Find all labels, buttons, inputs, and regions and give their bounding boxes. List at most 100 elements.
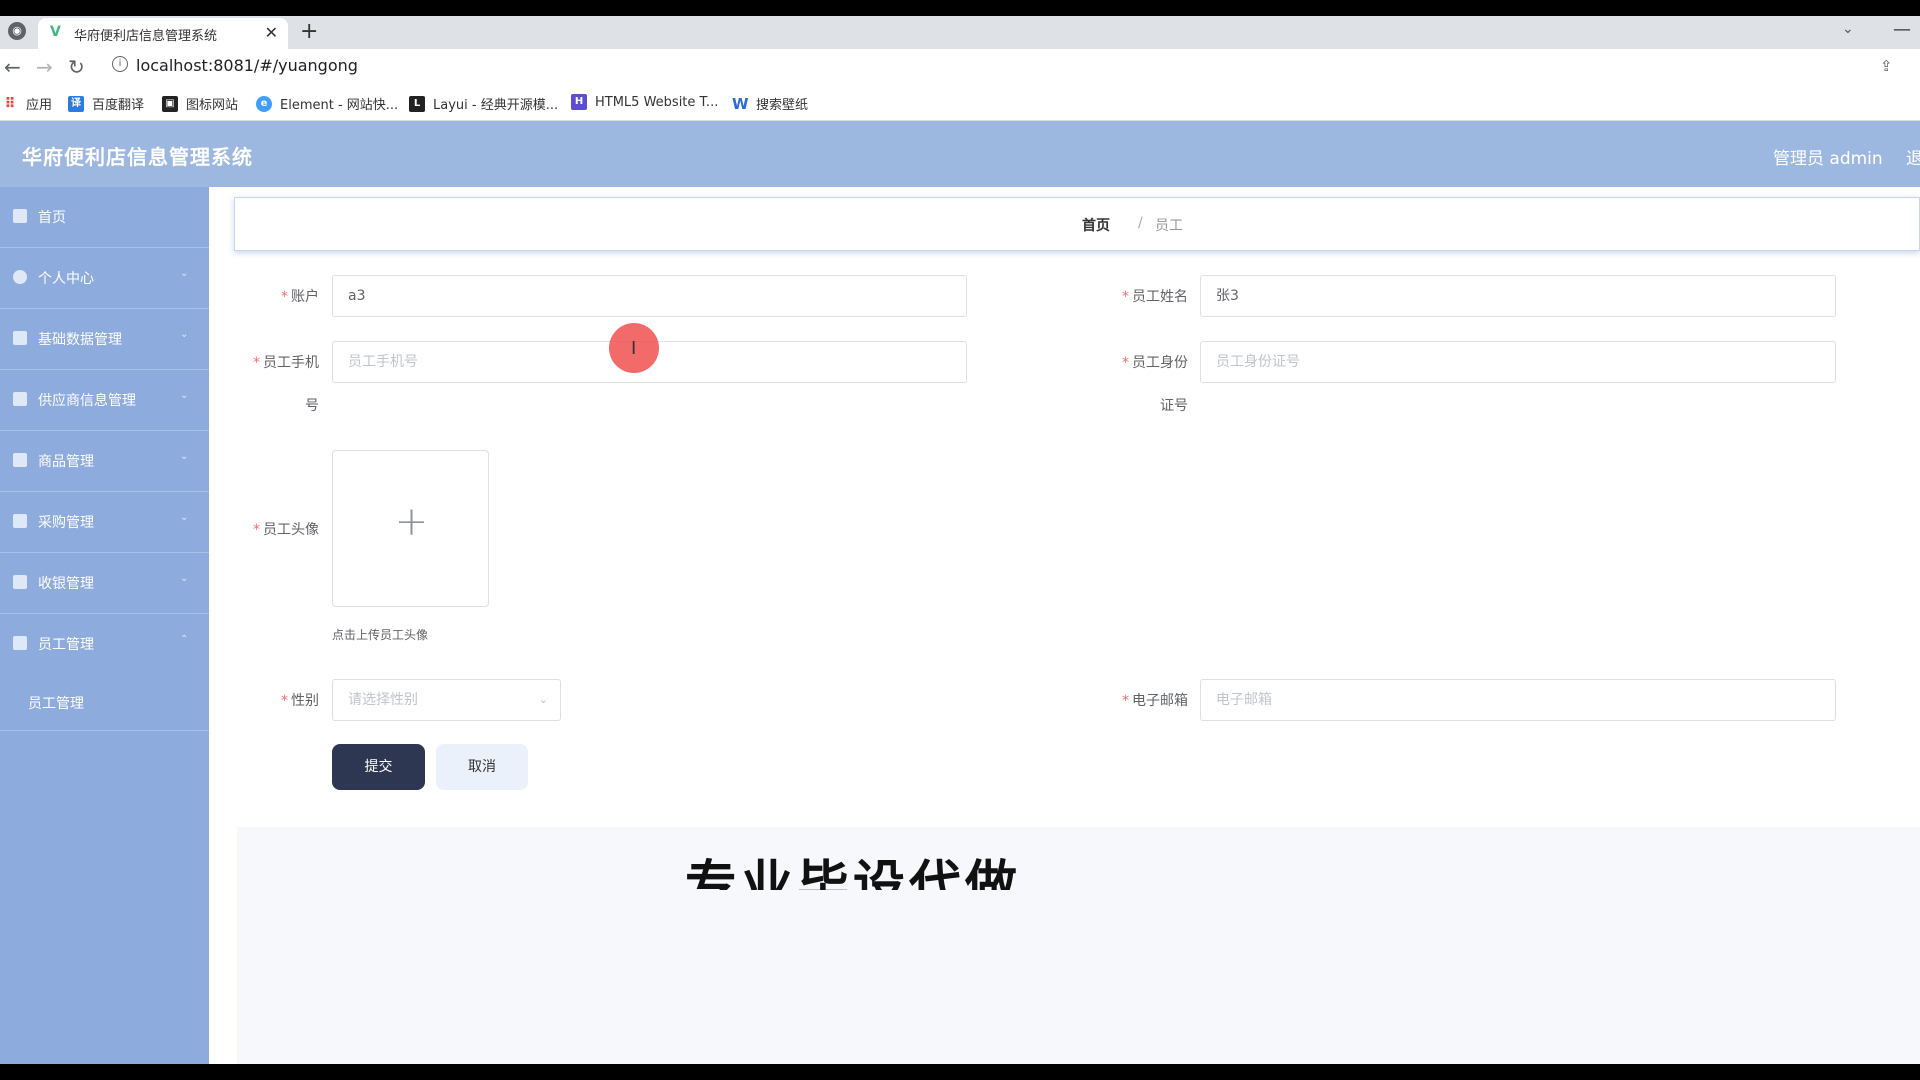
text-cursor-icon: I: [631, 338, 637, 359]
purchase-icon: [13, 514, 27, 528]
wallpaper-icon: W: [732, 94, 749, 113]
html5-icon: H: [571, 94, 587, 110]
sidebar-subitem-staff-manage[interactable]: 员工管理: [0, 675, 209, 731]
email-label: * 电子邮箱: [1122, 693, 1188, 709]
chevron-down-icon: ⌄: [180, 329, 189, 340]
breadcrumb-current: 员工: [1155, 218, 1183, 234]
browser-toolbar: ← → ↻ i localhost:8081/#/yuangong ⇪: [0, 49, 1920, 85]
sidebar-item-supplier[interactable]: 供应商信息管理 ⌄: [0, 370, 209, 431]
sidebar: 首页 个人中心 ⌄ 基础数据管理 ⌄ 供应商信息管理 ⌄ 商品管理 ⌄ 采购管理…: [0, 187, 209, 1064]
bookmark-label: 图标网站: [186, 98, 239, 113]
browser-tab[interactable]: V 华府便利店信息管理系统 ✕: [38, 18, 288, 49]
bookmark-label: 百度翻译: [92, 98, 145, 113]
sidebar-item-label: 首页: [38, 210, 66, 226]
breadcrumb-home[interactable]: 首页: [1082, 215, 1110, 235]
cashier-icon: [13, 575, 27, 589]
phone-label: * 员工手机: [253, 355, 319, 371]
avatar-upload[interactable]: +: [332, 450, 489, 607]
supplier-icon: [13, 392, 27, 406]
sidebar-item-label: 供应商信息管理: [38, 393, 136, 409]
cancel-button[interactable]: 取消: [436, 744, 528, 790]
phone-label-cont: 号: [305, 398, 319, 414]
sidebar-item-home[interactable]: 首页: [0, 187, 209, 248]
element-icon: e: [256, 95, 272, 112]
logout-link[interactable]: 退: [1906, 144, 1920, 169]
gender-select[interactable]: 请选择性别 ⌄: [332, 679, 561, 721]
chevron-down-icon: ⌄: [180, 451, 189, 462]
name-input[interactable]: 张3: [1200, 275, 1836, 317]
bookmark-wallpaper[interactable]: W 搜索壁纸: [732, 94, 809, 114]
tab-title: 华府便利店信息管理系统: [74, 29, 218, 44]
chevron-down-icon: ⌄: [180, 573, 189, 584]
staff-icon: [13, 636, 27, 650]
image-icon: ▣: [162, 95, 178, 112]
site-info-icon[interactable]: i: [112, 56, 128, 72]
content-lower-area: [237, 827, 1920, 1064]
vue-favicon-icon: V: [50, 24, 61, 40]
browser-menu-icon[interactable]: ◉: [8, 22, 26, 40]
tab-close-icon[interactable]: ✕: [265, 23, 278, 42]
sidebar-item-label: 基础数据管理: [38, 332, 122, 348]
submit-button[interactable]: 提交: [332, 744, 425, 790]
avatar-upload-tip: 点击上传员工头像: [332, 628, 429, 642]
share-icon[interactable]: ⇪: [1880, 57, 1893, 75]
idcard-input[interactable]: 员工身份证号: [1200, 341, 1836, 383]
sidebar-item-goods[interactable]: 商品管理 ⌄: [0, 431, 209, 492]
bookmark-label: Layui - 经典开源模...: [433, 98, 559, 113]
breadcrumb-separator: /: [1138, 215, 1143, 231]
chevron-down-icon: ⌄: [180, 512, 189, 523]
sidebar-item-label: 采购管理: [38, 515, 94, 531]
bookmark-apps[interactable]: ⠿ 应用: [2, 94, 53, 114]
idcard-label-cont: 证号: [1160, 398, 1188, 414]
chevron-down-icon: ⌄: [538, 693, 548, 706]
bookmark-layui[interactable]: L Layui - 经典开源模...: [409, 94, 558, 113]
app-title: 华府便利店信息管理系统: [22, 145, 253, 169]
url-text: localhost:8081/#/yuangong: [136, 56, 358, 75]
window-minimize-icon[interactable]: —: [1893, 19, 1911, 40]
sidebar-item-staff[interactable]: 员工管理 ⌃: [0, 614, 209, 675]
gender-select-placeholder: 请选择性别: [348, 692, 418, 708]
app-header: 华府便利店信息管理系统 管理员 admin 退: [0, 121, 1920, 187]
chevron-up-icon: ⌃: [180, 634, 189, 645]
plus-icon: +: [394, 499, 429, 545]
bookmark-label: 应用: [26, 98, 53, 113]
sidebar-item-basic-data[interactable]: 基础数据管理 ⌄: [0, 309, 209, 370]
sidebar-item-purchase[interactable]: 采购管理 ⌄: [0, 492, 209, 553]
name-label: * 员工姓名: [1122, 289, 1188, 305]
screen-bottom-border: [0, 1064, 1920, 1080]
bookmark-html5[interactable]: H HTML5 Website T...: [571, 94, 718, 110]
admin-label: 管理员 admin: [1773, 149, 1883, 169]
reload-icon[interactable]: ↻: [68, 55, 85, 79]
chevron-down-icon: ⌄: [180, 268, 189, 279]
gender-label: * 性别: [281, 693, 319, 709]
bookmark-icon-site[interactable]: ▣ 图标网站: [162, 94, 238, 113]
address-bar[interactable]: i localhost:8081/#/yuangong: [110, 54, 1870, 80]
new-tab-icon[interactable]: +: [300, 19, 318, 44]
sidebar-item-cashier[interactable]: 收银管理 ⌄: [0, 553, 209, 614]
list-icon: [13, 331, 27, 345]
bookmark-baidu-translate[interactable]: 译 百度翻译: [68, 94, 144, 113]
email-input[interactable]: 电子邮箱: [1200, 679, 1836, 721]
bookmark-element[interactable]: e Element - 网站快...: [256, 94, 398, 113]
user-icon: [13, 270, 27, 284]
sidebar-subitem-label: 员工管理: [28, 696, 84, 712]
bookmarks-bar: ⠿ 应用 译 百度翻译 ▣ 图标网站 e Element - 网站快... L …: [0, 85, 1920, 121]
breadcrumb: 首页 / 员工: [234, 197, 1920, 251]
idcard-label: * 员工身份: [1122, 355, 1188, 371]
browser-tabstrip: ◉ V 华府便利店信息管理系统 ✕ + ⌄ —: [0, 16, 1920, 49]
sidebar-item-label: 个人中心: [38, 271, 94, 287]
sidebar-item-label: 商品管理: [38, 454, 94, 470]
screen-top-border: [0, 0, 1920, 16]
bookmark-label: 搜索壁纸: [756, 98, 809, 113]
tab-search-chevron-icon[interactable]: ⌄: [1842, 21, 1854, 37]
sidebar-item-label: 员工管理: [38, 637, 94, 653]
apps-grid-icon: ⠿: [4, 95, 16, 112]
forward-arrow-icon[interactable]: →: [36, 55, 53, 79]
overlay-caption: 专业毕设代做: [685, 856, 1022, 890]
bookmark-label: Element - 网站快...: [280, 98, 399, 113]
sidebar-item-profile[interactable]: 个人中心 ⌄: [0, 248, 209, 309]
back-arrow-icon[interactable]: ←: [4, 55, 21, 79]
account-input[interactable]: a3: [332, 275, 967, 317]
translate-icon: 译: [68, 95, 84, 112]
layui-icon: L: [409, 95, 425, 112]
